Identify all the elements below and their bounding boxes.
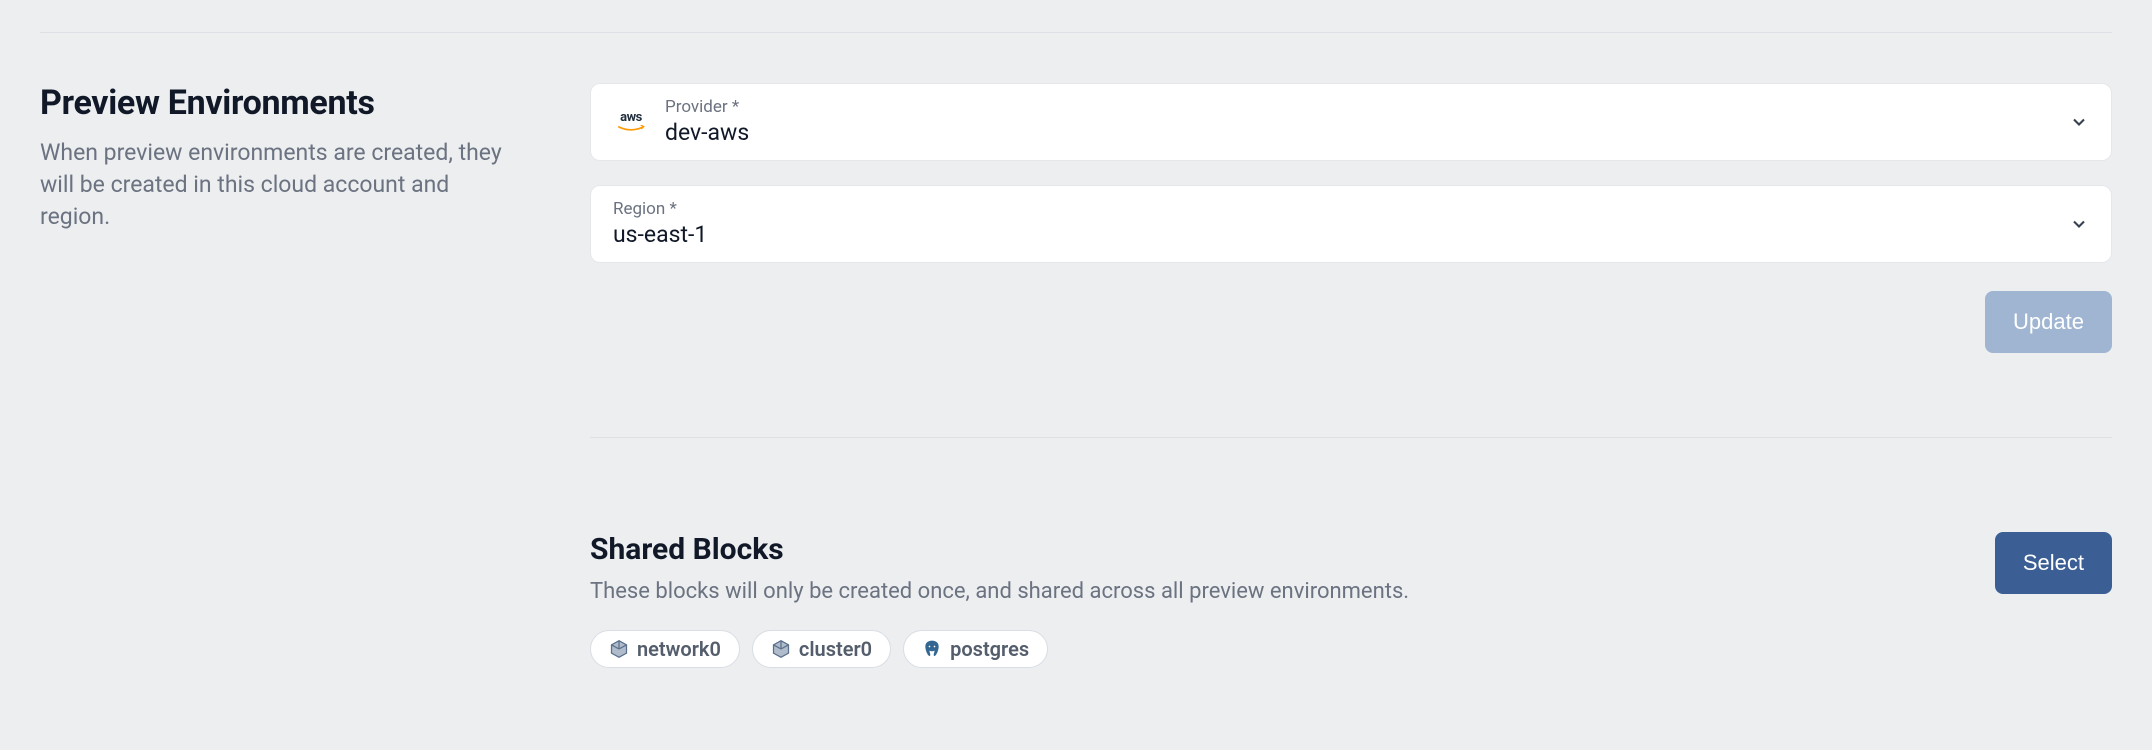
aws-icon: aws xyxy=(613,108,649,136)
block-chip-label: cluster0 xyxy=(799,637,872,661)
block-chip-label: postgres xyxy=(950,637,1029,661)
region-value: us-east-1 xyxy=(613,220,2053,250)
section-divider xyxy=(40,32,2112,33)
chevron-down-icon xyxy=(2069,214,2089,234)
update-button[interactable]: Update xyxy=(1985,291,2112,353)
preview-description: When preview environments are created, t… xyxy=(40,137,510,234)
shared-blocks-chips: network0 cluster0 xyxy=(590,630,2112,668)
preview-environments-info: Preview Environments When preview enviro… xyxy=(40,83,510,668)
provider-select[interactable]: aws Provider * dev-aws xyxy=(590,83,2112,161)
shared-blocks-title: Shared Blocks xyxy=(590,532,1995,567)
postgres-icon xyxy=(922,639,942,659)
region-select[interactable]: Region * us-east-1 xyxy=(590,185,2112,263)
block-chip-network0[interactable]: network0 xyxy=(590,630,740,668)
section-divider xyxy=(590,437,2112,438)
provider-label: Provider * xyxy=(665,96,2053,118)
block-chip-cluster0[interactable]: cluster0 xyxy=(752,630,891,668)
block-chip-postgres[interactable]: postgres xyxy=(903,630,1048,668)
provider-value: dev-aws xyxy=(665,118,2053,148)
shared-blocks-description: These blocks will only be created once, … xyxy=(590,577,1995,608)
block-chip-label: network0 xyxy=(637,637,721,661)
cube-icon xyxy=(609,639,629,659)
chevron-down-icon xyxy=(2069,112,2089,132)
preview-title: Preview Environments xyxy=(40,83,510,123)
select-button[interactable]: Select xyxy=(1995,532,2112,594)
region-label: Region * xyxy=(613,198,2053,220)
cube-icon xyxy=(771,639,791,659)
